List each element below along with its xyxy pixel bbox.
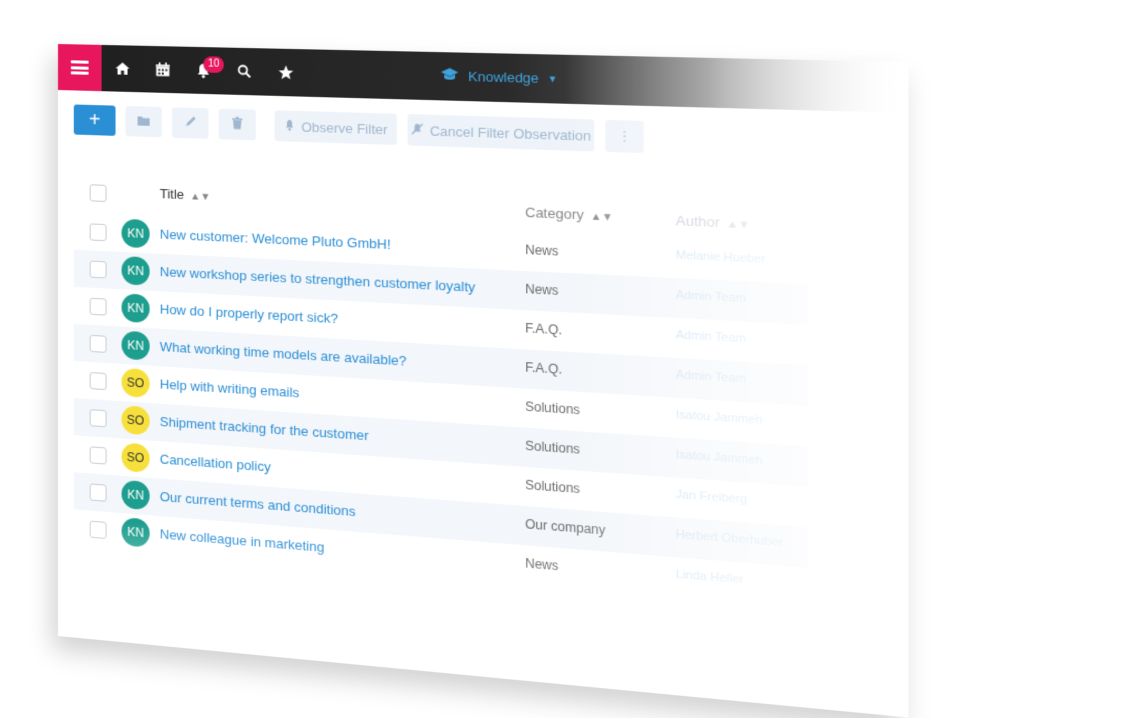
row-title-link[interactable]: Help with writing emails	[160, 376, 300, 400]
row-checkbox[interactable]	[89, 334, 107, 353]
module-switcher[interactable]: Knowledge ▼	[440, 67, 558, 88]
avatar: KN	[121, 517, 150, 548]
bell-slash-icon	[410, 122, 423, 138]
row-author: Herbert Oberhuber	[675, 528, 783, 550]
knowledge-table: Title ▲▼ Category ▲▼ Author ▲▼ KN New custom…	[73, 177, 832, 587]
plus-label: +	[88, 108, 101, 131]
row-title-link[interactable]: Our current terms and conditions	[160, 489, 356, 520]
row-category: F.A.Q.	[525, 359, 563, 377]
column-title-label: Title	[159, 185, 185, 203]
folder-icon	[137, 114, 151, 130]
row-category: Solutions	[525, 399, 581, 418]
graduation-cap-icon	[440, 67, 460, 85]
row-category: Solutions	[525, 438, 581, 457]
row-author: Isatou Jammeh	[675, 448, 763, 468]
open-folder-button[interactable]	[125, 105, 162, 138]
module-title: Knowledge	[468, 68, 539, 87]
column-header-category[interactable]: Category ▲▼	[525, 204, 613, 223]
avatar: KN	[121, 330, 150, 361]
row-title-link[interactable]: New customer: Welcome Pluto GmbH!	[160, 226, 391, 252]
more-options-button[interactable]: ⋮	[605, 119, 644, 154]
row-author: Admin Team	[675, 288, 747, 306]
hamburger-icon	[70, 60, 89, 75]
row-checkbox[interactable]	[89, 371, 107, 391]
calendar-icon[interactable]	[154, 60, 172, 79]
top-nav-bar: 10 Knowledge ▼	[58, 44, 909, 114]
column-category-label: Category	[525, 204, 584, 223]
cancel-filter-observation-button[interactable]: Cancel Filter Observation	[407, 114, 595, 152]
row-category: F.A.Q.	[525, 320, 563, 338]
sort-icon: ▲▼	[726, 218, 750, 232]
row-category: News	[525, 281, 559, 299]
menu-button[interactable]	[58, 44, 102, 92]
column-author-label: Author	[675, 212, 720, 231]
edit-button[interactable]	[171, 107, 209, 139]
notification-badge: 10	[203, 56, 224, 74]
observe-filter-button[interactable]: Observe Filter	[274, 110, 397, 146]
row-category: Solutions	[525, 477, 581, 497]
pencil-icon	[184, 115, 197, 132]
row-checkbox[interactable]	[89, 223, 107, 242]
row-title-link[interactable]: What working time models are available?	[160, 339, 407, 369]
avatar: KN	[121, 256, 150, 286]
row-author: Isatou Jammeh	[675, 408, 763, 427]
row-title-link[interactable]: How do I properly report sick?	[160, 301, 338, 326]
row-author: Admin Team	[675, 328, 747, 346]
row-checkbox[interactable]	[89, 409, 107, 428]
row-checkbox[interactable]	[89, 260, 107, 279]
add-button[interactable]: +	[73, 104, 116, 136]
avatar: SO	[121, 442, 150, 473]
column-header-author[interactable]: Author ▲▼	[676, 212, 750, 231]
trash-icon	[231, 116, 243, 133]
row-category: News	[525, 242, 559, 259]
observe-filter-label: Observe Filter	[301, 118, 388, 137]
row-checkbox[interactable]	[89, 446, 107, 465]
select-all-checkbox[interactable]	[89, 184, 107, 202]
avatar: KN	[121, 479, 150, 511]
chevron-down-icon: ▼	[547, 72, 558, 84]
sort-icon: ▲▼	[190, 191, 211, 204]
row-checkbox[interactable]	[89, 297, 107, 316]
row-title-link[interactable]: Cancellation policy	[160, 451, 271, 474]
row-checkbox[interactable]	[89, 483, 107, 502]
delete-button[interactable]	[218, 108, 256, 141]
row-checkbox[interactable]	[89, 520, 107, 540]
row-title-link[interactable]: New colleague in marketing	[160, 526, 325, 555]
avatar: SO	[121, 405, 150, 436]
avatar: KN	[121, 293, 150, 324]
column-header-title[interactable]: Title ▲▼	[160, 186, 211, 203]
search-icon[interactable]	[235, 62, 254, 81]
row-author: Linda Heller	[675, 568, 744, 587]
avatar: SO	[121, 367, 150, 398]
star-icon[interactable]	[277, 63, 296, 82]
row-author: Melanie Hueber	[675, 248, 766, 266]
sort-icon: ▲▼	[590, 211, 613, 224]
cancel-filter-label: Cancel Filter Observation	[429, 122, 592, 144]
kebab-icon: ⋮	[617, 127, 632, 145]
bell-icon	[284, 118, 295, 134]
home-icon[interactable]	[114, 59, 132, 78]
row-author: Jan Freiberg	[675, 488, 748, 507]
row-category: Our company	[525, 516, 606, 538]
row-author: Admin Team	[675, 368, 747, 386]
app-window: 10 Knowledge ▼ + Observe Filter Cancel F…	[58, 44, 909, 718]
row-title-link[interactable]: New workshop series to strengthen custom…	[160, 264, 476, 295]
row-category: News	[525, 555, 559, 574]
row-title-link[interactable]: Shipment tracking for the customer	[160, 414, 369, 444]
avatar: KN	[121, 218, 150, 249]
